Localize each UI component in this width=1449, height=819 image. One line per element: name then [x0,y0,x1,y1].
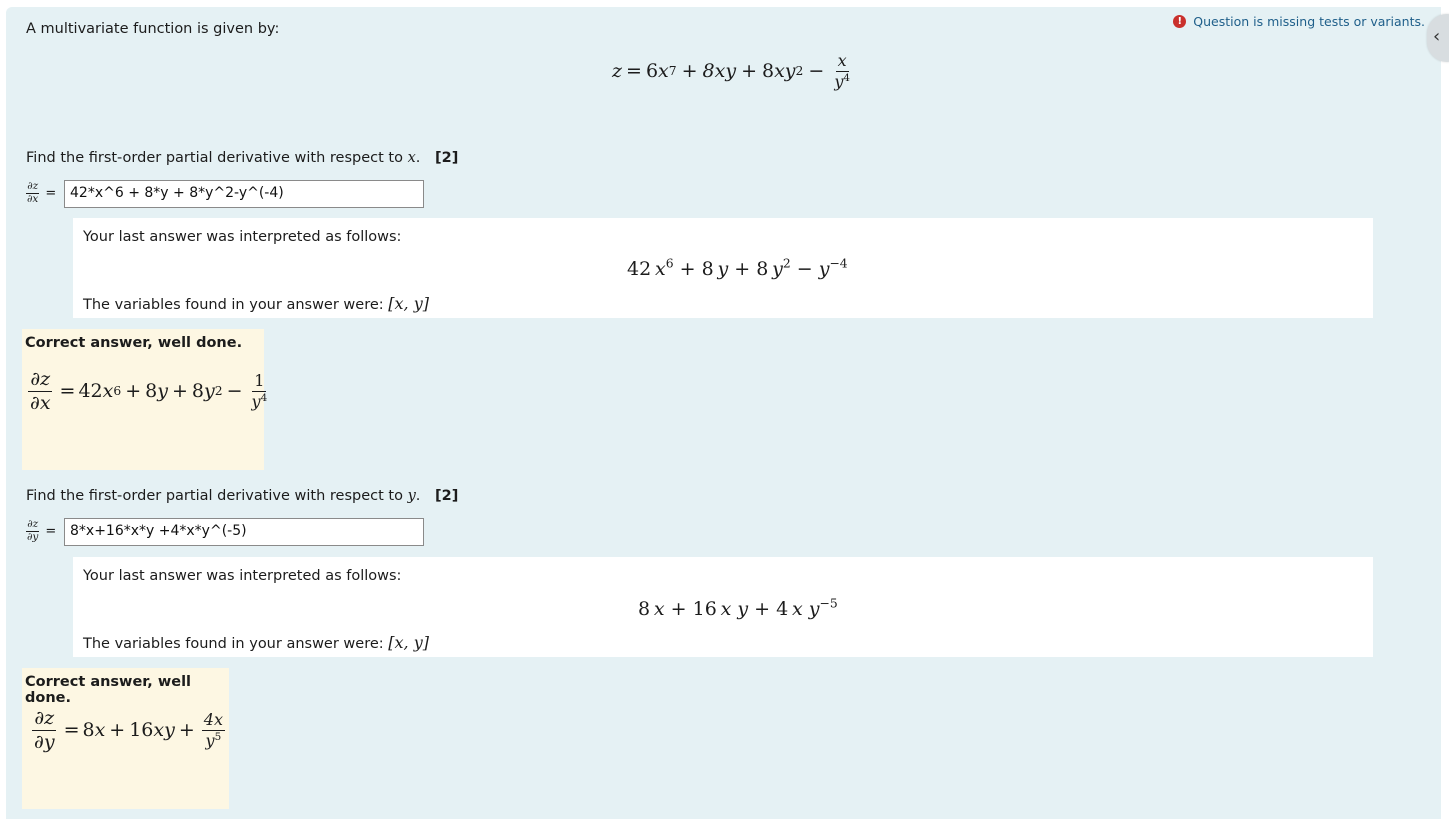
p1a-f-den-exp: 4 [260,391,268,404]
part2-interpreted-expression: 8 x + 16 x y + 4 x y−5 [638,596,838,620]
p1a-v2: y [157,380,168,403]
p2i-e3: −5 [819,596,838,611]
part2-feedback: Correct answer, well done. ∂z ∂y = 8x + … [22,668,229,809]
eq-t2: 8xy [702,60,737,83]
part1-interpreted-label: Your last answer was interpreted as foll… [83,229,402,245]
part1-variables-line: The variables found in your answer were:… [83,294,429,313]
p2i-c3: 4 [776,598,789,620]
intro-text: A multivariate function is given by: [26,21,280,37]
eq-t1-coef: 6 [645,60,659,83]
part2-label-num: ∂z [26,518,40,532]
part1-feedback: Correct answer, well done. ∂z ∂x = 42 x 6 … [22,329,267,470]
part2-input-label: ∂z ∂y = [26,518,57,543]
p1i-c1: 42 [627,258,652,280]
part1-prompt-var: x [407,150,416,166]
part1-variables-label: The variables found in your answer were: [83,297,384,313]
part1-interpreted-expression: 42 x6 + 8 y + 8 y2 − y−4 [627,256,848,280]
p2i-v3: x y [792,598,820,620]
part2-prompt-var: y [407,488,416,504]
p1i-e1: 6 [665,256,674,271]
p2a-c2: 16 [129,719,154,742]
eq-t1-var: x [658,60,669,83]
p2i-c2: 16 [692,598,717,620]
p1i-v1: x [654,258,666,280]
missing-tests-warning[interactable]: ! Question is missing tests or variants. [1173,14,1425,29]
p2a-f-den-var: y [205,730,215,750]
p2a-lhs-den: ∂y [34,730,55,753]
warning-text: Question is missing tests or variants. [1193,14,1425,29]
part2-variables: [x, y] [388,633,429,652]
p1a-v1: x [102,380,114,403]
eq-t3-coef: 8 [762,60,775,83]
p1a-lhs-den: ∂x [30,391,51,414]
part2-answer-expression: ∂z ∂y = 8x + 16 xy + 4x y5 [32,707,225,753]
part1-marks: [2] [434,150,459,166]
p1a-lhs-num: ∂z [28,368,53,392]
eq-frac-num: x [835,51,849,72]
part2-interpreted-label: Your last answer was interpreted as foll… [83,568,402,584]
p1a-c3: 8 [191,380,204,403]
part2-variables-line: The variables found in your answer were:… [83,633,429,652]
p1a-c2: 8 [145,380,158,403]
part2-label-fraction: ∂z ∂y [26,518,40,543]
p1i-e3: 2 [782,256,791,271]
eq-t3-var: xy [774,60,796,83]
part1-answer-expression: ∂z ∂x = 42 x 6 + 8y + 8y2 − 1 y4 [28,368,270,414]
p2i-v1: x [653,598,665,620]
part1-label-fraction: ∂z ∂x [26,180,40,205]
part1-feedback-title: Correct answer, well done. [25,335,243,351]
p2a-fraction: 4x y5 [201,710,225,750]
p1a-fraction: 1 y4 [250,372,270,410]
part1-variables: [x, y] [388,294,429,313]
main-equation: z = 6x7 + 8xy + 8 xy 2 − x y4 [612,51,852,91]
p2a-v2: xy [153,719,175,742]
part1-input-label: ∂z ∂x = [26,180,57,205]
p1a-f-num: 1 [252,371,267,392]
part2-prompt-end: . [415,488,421,504]
part2-prompt-text: Find the first-order partial derivative … [26,488,403,504]
p1a-c1: 42 [78,380,103,403]
p2a-lhs: ∂z ∂y [32,708,57,753]
p1i-c3: 8 [756,258,769,280]
part2-equals: = [45,523,57,539]
part2-marks: [2] [435,488,459,504]
p2i-c1: 8 [638,598,651,620]
p2a-f-den-exp: 5 [214,730,222,743]
part1-answer-input[interactable]: 42*x^6 + 8*y + 8*y^2-y^(-4) [64,180,424,208]
part2-answer-input[interactable]: 8*x+16*x*y +4*x*y^(-5) [64,518,424,546]
p1a-v3: y [204,380,215,403]
part2-label-den: ∂y [27,530,39,543]
part2-interpretation-box: Your last answer was interpreted as foll… [73,557,1373,657]
part2-prompt: Find the first-order partial derivative … [26,488,458,504]
part1-prompt: Find the first-order partial derivative … [26,150,458,166]
eq-lhs: z [612,60,623,83]
p1a-lhs: ∂z ∂x [28,369,53,414]
p2a-lhs-num: ∂z [32,707,57,731]
p1i-c2: 8 [701,258,714,280]
part1-label-num: ∂z [26,180,40,194]
p2a-v1: x [94,719,106,742]
eq-fraction: x y4 [832,52,852,90]
p1i-v4: y [818,258,830,280]
p2i-v2: x y [720,598,749,620]
part1-equals: = [45,185,57,201]
part1-prompt-end: . [415,150,421,166]
p2a-f-num: 4x [201,710,225,731]
part2-feedback-title: Correct answer, well done. [25,674,192,706]
chevron-left-icon: ‹ [1433,26,1441,47]
part1-label-den: ∂x [27,192,39,205]
p1i-v3: y [772,258,783,280]
p1i-v2: y [717,258,729,280]
eq-frac-den-exp: 4 [843,71,850,84]
exclamation-circle-icon: ! [1173,15,1187,28]
p1a-f-den-var: y [251,391,261,411]
part2-variables-label: The variables found in your answer were: [83,636,384,652]
p2a-c1: 8 [82,719,95,742]
part1-interpretation-box: Your last answer was interpreted as foll… [73,218,1373,318]
p1i-e4: −4 [829,256,848,271]
part1-prompt-text: Find the first-order partial derivative … [26,150,403,166]
